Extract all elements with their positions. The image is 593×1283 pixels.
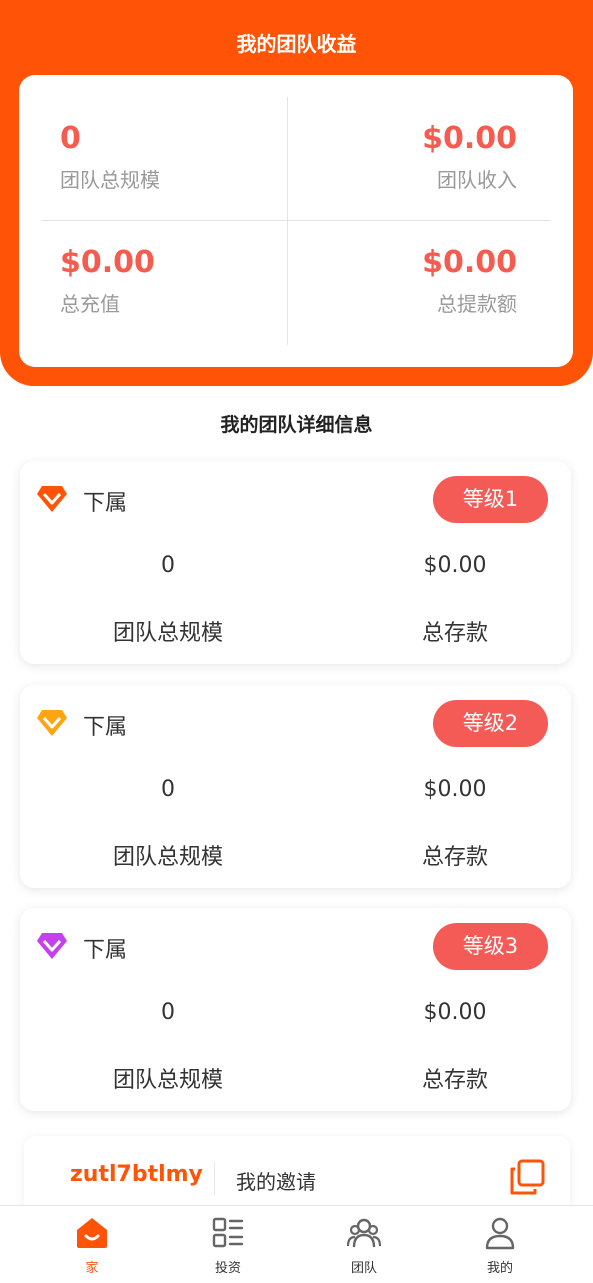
level-badge: 等级3 bbox=[433, 923, 548, 970]
stat-label: 团队收入 bbox=[437, 168, 517, 192]
team-stats-card: 0 团队总规模 $0.00 团队收入 $0.00 总充值 $0.00 总提款额 bbox=[19, 75, 573, 367]
level-card-1[interactable]: 下属 等级1 0 $0.00 团队总规模 总存款 bbox=[20, 461, 571, 664]
section-title: 我的团队详细信息 bbox=[220, 414, 373, 436]
divider-vertical bbox=[287, 97, 288, 345]
home-icon bbox=[77, 1218, 107, 1248]
stat-team-size: 0 团队总规模 bbox=[60, 121, 160, 193]
tab-team[interactable]: 团队 bbox=[290, 1206, 438, 1283]
diamond-icon bbox=[37, 710, 67, 736]
gem-path bbox=[37, 933, 67, 959]
stat-value: $0.00 bbox=[422, 245, 517, 280]
tab-home[interactable]: 家 bbox=[18, 1206, 166, 1283]
level-team-size: 0 bbox=[161, 1000, 175, 1025]
level-card-2[interactable]: 下属 等级2 0 $0.00 团队总规模 总存款 bbox=[20, 685, 571, 888]
stat-label: 总提款额 bbox=[437, 292, 517, 316]
stat-value: $0.00 bbox=[60, 245, 155, 280]
level-deposit-label: 总存款 bbox=[421, 621, 488, 646]
divider-horizontal bbox=[41, 220, 551, 221]
copy-icon[interactable] bbox=[508, 1158, 546, 1196]
gem-path bbox=[37, 486, 67, 512]
level-card-3[interactable]: 下属 等级3 0 $0.00 团队总规模 总存款 bbox=[20, 908, 571, 1111]
level-deposit: $0.00 bbox=[423, 553, 487, 578]
bottom-tab-bar: 家 投资 团队 我的 bbox=[0, 1205, 593, 1283]
stat-total-withdraw: $0.00 总提款额 bbox=[422, 245, 517, 317]
level-deposit: $0.00 bbox=[423, 1000, 487, 1025]
user-icon bbox=[485, 1217, 515, 1250]
stat-value: $0.00 bbox=[422, 121, 517, 156]
level-deposit: $0.00 bbox=[423, 777, 487, 802]
level-team-size-label: 团队总规模 bbox=[112, 621, 223, 646]
level-deposit-label: 总存款 bbox=[421, 1068, 488, 1093]
gem-path bbox=[37, 710, 67, 736]
level-team-size: 0 bbox=[161, 777, 175, 802]
invite-label: 我的邀请 bbox=[236, 1170, 316, 1194]
tab-label: 家 bbox=[85, 1261, 99, 1276]
level-sub-label: 下属 bbox=[83, 491, 128, 516]
invite-divider bbox=[214, 1162, 215, 1194]
level-badge: 等级2 bbox=[433, 700, 548, 747]
team-earnings-header: 我的团队收益 0 团队总规模 $0.00 团队收入 $0.00 总充值 $0.0… bbox=[0, 0, 593, 386]
level-team-size-label: 团队总规模 bbox=[112, 845, 223, 870]
diamond-icon bbox=[37, 933, 67, 959]
level-sub-label: 下属 bbox=[83, 715, 128, 740]
page-title: 我的团队收益 bbox=[236, 32, 357, 56]
level-sub-label: 下属 bbox=[83, 938, 128, 963]
stat-label: 团队总规模 bbox=[60, 168, 160, 192]
tab-label: 投资 bbox=[214, 1261, 241, 1276]
level-deposit-label: 总存款 bbox=[421, 845, 488, 870]
level-badge: 等级1 bbox=[433, 476, 548, 523]
level-team-size: 0 bbox=[161, 553, 175, 578]
tab-invest[interactable]: 投资 bbox=[154, 1206, 302, 1283]
diamond-icon bbox=[37, 486, 67, 512]
invite-code: zutl7btlmy bbox=[70, 1162, 203, 1187]
tab-label: 我的 bbox=[486, 1261, 513, 1276]
level-team-size-label: 团队总规模 bbox=[112, 1068, 223, 1093]
stat-team-income: $0.00 团队收入 bbox=[422, 121, 517, 193]
list-icon bbox=[212, 1217, 244, 1248]
tab-label: 团队 bbox=[350, 1261, 377, 1276]
stat-label: 总充值 bbox=[60, 292, 120, 316]
tab-mine[interactable]: 我的 bbox=[426, 1206, 574, 1283]
stat-total-recharge: $0.00 总充值 bbox=[60, 245, 155, 317]
stat-value: 0 bbox=[60, 121, 81, 156]
team-icon bbox=[347, 1218, 381, 1248]
